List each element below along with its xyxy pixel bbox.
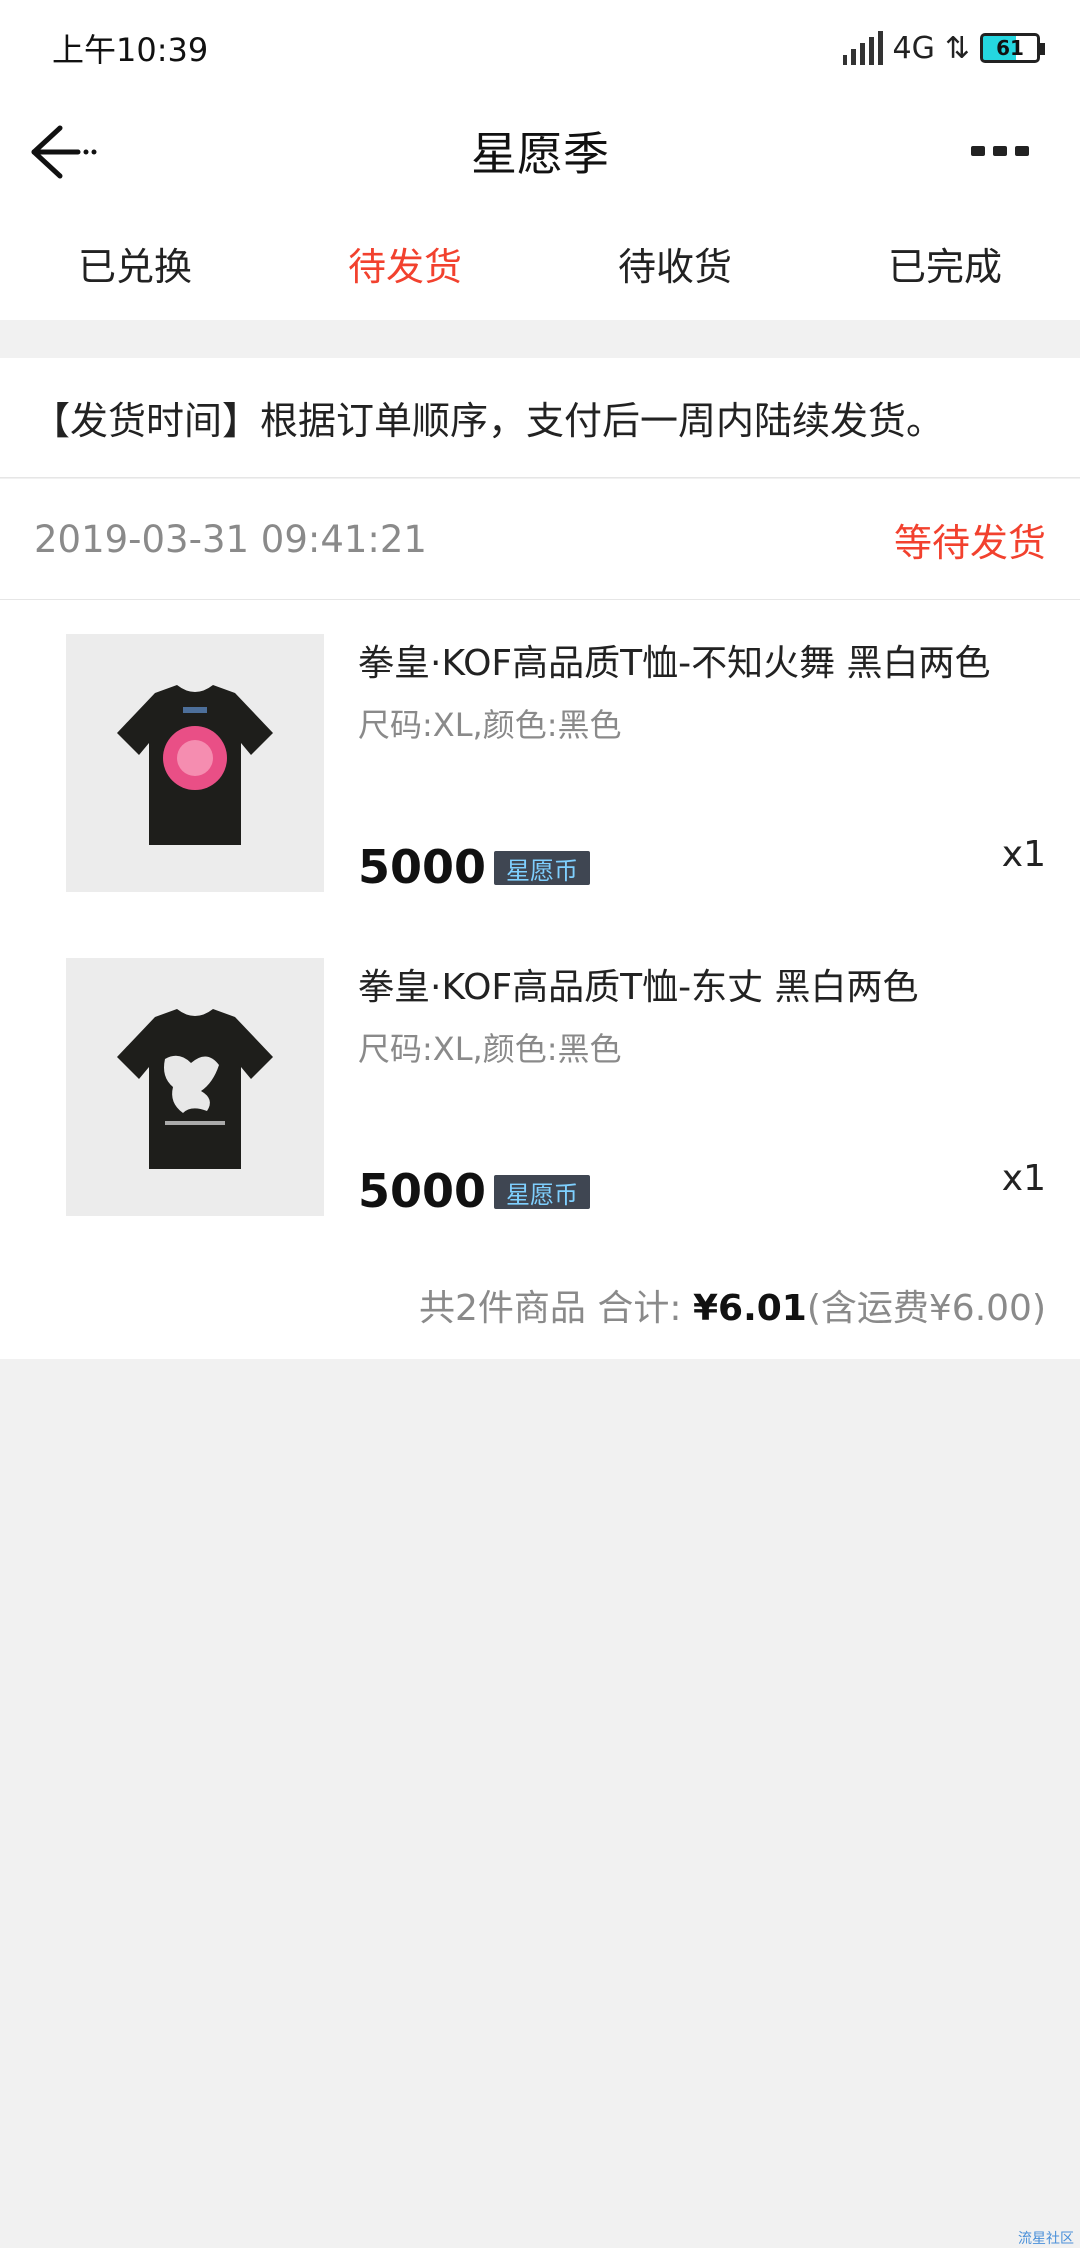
tab-pending-shipment[interactable]: 待发货 [270,206,540,320]
product-spec: 尺码:XL,颜色:黑色 [358,706,622,744]
currency-badge: 星愿币 [494,851,590,885]
order-summary: 共2件商品 合计: ¥6.01(含运费¥6.00) [419,1279,1046,1331]
back-button[interactable] [24,116,104,186]
order-item[interactable]: 拳皇·KOF高品质T恤-不知火舞 黑白两色 尺码:XL,颜色:黑色 5000 星… [0,634,1080,894]
product-image [66,958,324,1216]
more-dots-icon [971,146,985,156]
product-quantity: x1 [1001,834,1046,875]
tab-pending-receipt[interactable]: 待收货 [540,206,810,320]
battery-level: 61 [996,36,1024,60]
order-header: 2019-03-31 09:41:21 等待发货 [0,479,1080,600]
tshirt-icon [117,685,273,845]
product-image [66,634,324,892]
arrow-left-icon [31,125,97,179]
item-count-label: 共2件商品 合计: [419,1288,682,1329]
network-label: 4G [892,30,935,66]
order-status: 等待发货 [893,520,1046,565]
status-bar: 上午10:39 4G ⇅ 61 [0,0,1080,96]
product-price: 5000 [358,840,487,894]
order-card[interactable]: 2019-03-31 09:41:21 等待发货 拳皇·KOF高品质T恤-不知火… [0,479,1080,1359]
product-name: 拳皇·KOF高品质T恤-东丈 黑白两色 [358,967,919,1008]
order-time: 2019-03-31 09:41:21 [34,517,427,561]
tab-completed[interactable]: 已完成 [810,206,1080,320]
order-item[interactable]: 拳皇·KOF高品质T恤-东丈 黑白两色 尺码:XL,颜色:黑色 5000 星愿币… [0,958,1080,1218]
order-total: ¥6.01 [692,1288,807,1329]
tab-exchanged[interactable]: 已兑换 [0,206,270,320]
currency-badge: 星愿币 [494,1175,590,1209]
product-quantity: x1 [1001,1158,1046,1199]
order-tabs: 已兑换 待发货 待收货 已完成 [0,206,1080,320]
shipping-notice: 【发货时间】根据订单顺序，支付后一周内陆续发货。 [0,358,1080,478]
page-title: 星愿季 [471,127,609,181]
tshirt-icon [117,1009,273,1169]
shipping-fee: (含运费¥6.00) [806,1288,1046,1329]
battery-icon: 61 [980,33,1045,63]
status-time: 上午10:39 [52,31,209,69]
product-price: 5000 [358,1164,487,1218]
data-transfer-icon: ⇅ [944,30,970,66]
watermark: 流星社区 [1018,2231,1074,2247]
more-button[interactable] [960,126,1040,176]
signal-icon [842,31,883,65]
app-header: 星愿季 [0,96,1080,206]
product-spec: 尺码:XL,颜色:黑色 [358,1030,622,1068]
status-indicators: 4G ⇅ 61 [842,30,1045,66]
product-name: 拳皇·KOF高品质T恤-不知火舞 黑白两色 [358,643,991,684]
